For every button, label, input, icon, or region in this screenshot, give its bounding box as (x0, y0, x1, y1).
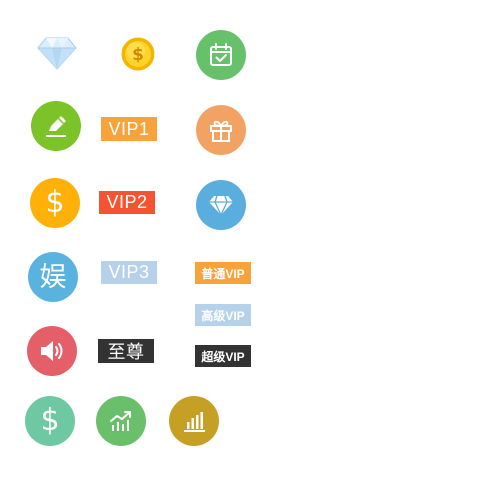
speaker-icon (27, 326, 77, 376)
entertainment-glyph: 娱 (39, 261, 67, 293)
crystal-diamond-icon (37, 36, 77, 70)
vip1-badge: VIP1 (101, 117, 157, 141)
regular-vip-badge: 普通VIP (195, 262, 251, 284)
bar-chart-icon (169, 396, 219, 446)
svg-text:$: $ (132, 45, 144, 65)
growth-chart-icon (96, 396, 146, 446)
advanced-vip-badge: 高级VIP (195, 304, 251, 326)
pencil-edit-icon (31, 101, 81, 151)
gold-coin-icon: $ (121, 37, 155, 71)
vip2-badge: VIP2 (99, 191, 155, 214)
gift-icon (196, 105, 246, 155)
dollar-green-icon: $ (25, 396, 75, 446)
entertainment-icon: 娱 (28, 252, 78, 302)
vip3-badge: VIP3 (101, 261, 157, 284)
super-vip-badge: 超级VIP (195, 345, 251, 367)
dollar-icon: $ (30, 178, 80, 228)
diamond-icon (196, 180, 246, 230)
supreme-badge: 至尊 (98, 339, 154, 363)
calendar-check-icon (196, 30, 246, 80)
dollar-sign: $ (45, 185, 65, 220)
dollar-sign-green: $ (40, 403, 60, 438)
icon-sprite-sheet: { "colors": { "edit": "#7cc229", "calend… (0, 0, 500, 500)
